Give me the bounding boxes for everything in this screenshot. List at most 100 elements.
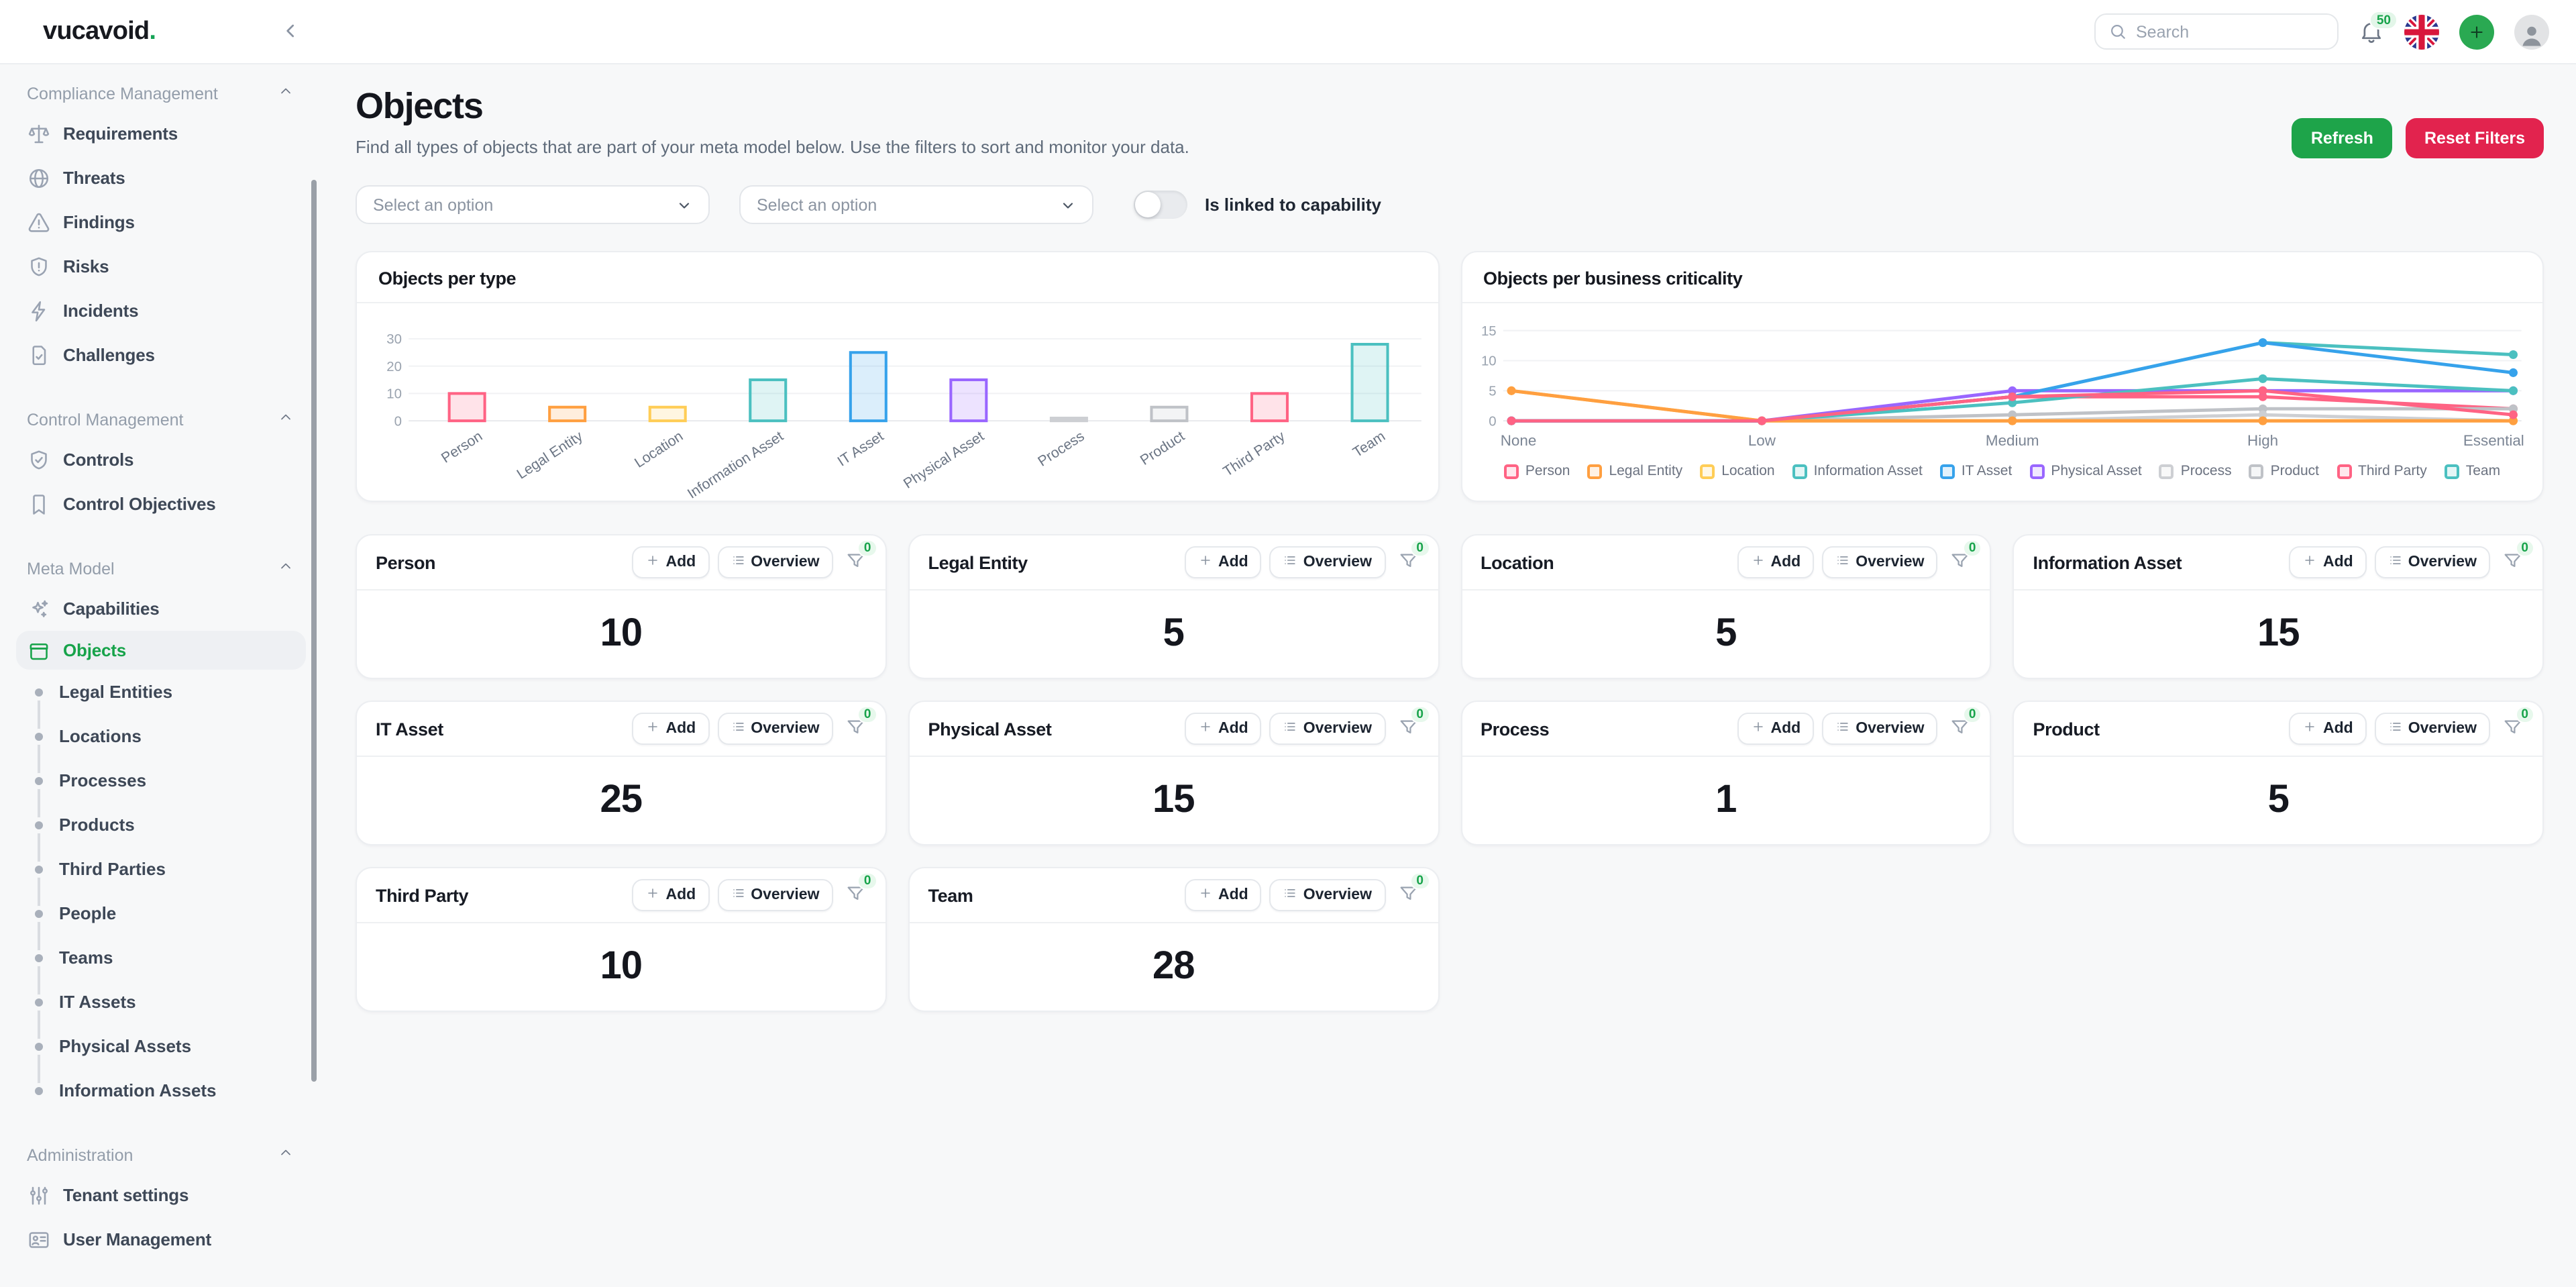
sidebar-section-control-management[interactable]: Control Management — [27, 409, 294, 429]
sidebar-item-products[interactable]: Products — [0, 803, 318, 847]
sidebar-item-objects[interactable]: Objects — [16, 631, 306, 670]
add-button[interactable]: Add — [632, 546, 710, 578]
sidebar-collapse-button[interactable] — [276, 17, 306, 47]
svg-text:10: 10 — [386, 387, 402, 402]
add-button[interactable]: Add — [632, 879, 710, 911]
sidebar-item-information-assets[interactable]: Information Assets — [0, 1068, 318, 1113]
sidebar-item-teams[interactable]: Teams — [0, 935, 318, 980]
sidebar-item-capabilities[interactable]: Capabilities — [0, 586, 318, 631]
shield-alert-icon — [27, 254, 51, 278]
warning-triangle-icon — [27, 210, 51, 234]
svg-text:Legal Entity: Legal Entity — [514, 428, 586, 482]
filter-funnel-button[interactable]: 0 — [1950, 705, 1982, 741]
bullet-icon — [35, 776, 43, 784]
filter-funnel-button[interactable]: 0 — [845, 539, 877, 575]
overview-button[interactable]: Overview — [1269, 879, 1385, 911]
sidebar-item-processes[interactable]: Processes — [0, 758, 318, 803]
object-count: 5 — [1715, 612, 1737, 655]
add-button[interactable]: Add — [1737, 713, 1815, 745]
legend-item-legal-entity[interactable]: Legal Entity — [1587, 463, 1682, 479]
overview-button[interactable]: Overview — [717, 879, 833, 911]
capability-toggle[interactable] — [1134, 191, 1187, 219]
object-card-physical-asset: Physical Asset Add Overview 0 15 — [908, 701, 1439, 845]
sidebar-item-label: Legal Entities — [59, 682, 173, 702]
legend-item-information-asset[interactable]: Information Asset — [1792, 463, 1923, 479]
globe-icon — [27, 166, 51, 190]
add-button[interactable]: Add — [2289, 546, 2367, 578]
add-button[interactable]: Add — [1184, 713, 1262, 745]
filter-funnel-button[interactable]: 0 — [2502, 539, 2534, 575]
overview-button[interactable]: Overview — [2374, 546, 2490, 578]
overview-button[interactable]: Overview — [1269, 546, 1385, 578]
filter-funnel-button[interactable]: 0 — [2502, 705, 2534, 741]
sidebar-item-controls[interactable]: Controls — [0, 437, 318, 482]
overview-button[interactable]: Overview — [1822, 546, 1938, 578]
object-count: 1 — [1715, 778, 1737, 821]
filter-funnel-button[interactable]: 0 — [1397, 539, 1430, 575]
sidebar-item-requirements[interactable]: Requirements — [0, 111, 318, 156]
object-count: 15 — [1152, 778, 1195, 821]
filter-funnel-button[interactable]: 0 — [845, 872, 877, 908]
filter-funnel-button[interactable]: 0 — [1397, 872, 1430, 908]
object-card-title: Third Party — [376, 885, 469, 905]
refresh-button[interactable]: Refresh — [2292, 118, 2392, 158]
filter-funnel-button[interactable]: 0 — [1397, 705, 1430, 741]
add-button[interactable]: Add — [1737, 546, 1815, 578]
sidebar-item-control-objectives[interactable]: Control Objectives — [0, 482, 318, 526]
sidebar-item-threats[interactable]: Threats — [0, 156, 318, 200]
search-box[interactable] — [2094, 13, 2339, 50]
legend-item-it-asset[interactable]: IT Asset — [1939, 463, 2012, 479]
uk-flag-icon — [2404, 14, 2439, 49]
sidebar-item-findings[interactable]: Findings — [0, 200, 318, 244]
overview-button[interactable]: Overview — [717, 713, 833, 745]
filter-funnel-button[interactable]: 0 — [845, 705, 877, 741]
legend-swatch-icon — [1587, 464, 1603, 479]
svg-text:5: 5 — [1488, 384, 1495, 399]
sidebar-section-meta-model[interactable]: Meta Model — [27, 558, 294, 578]
overview-button[interactable]: Overview — [717, 546, 833, 578]
add-button[interactable]: Add — [2289, 713, 2367, 745]
overview-button[interactable]: Overview — [1269, 713, 1385, 745]
add-button[interactable]: Add — [632, 713, 710, 745]
legend-swatch-icon — [2029, 464, 2045, 479]
sidebar-item-it-assets[interactable]: IT Assets — [0, 980, 318, 1024]
object-card-body: 28 — [910, 923, 1438, 1011]
object-cards-grid: Person Add Overview 0 10 Legal Entity Add Overv… — [356, 534, 2544, 1012]
add-button[interactable]: Add — [1184, 879, 1262, 911]
language-flag-button[interactable] — [2404, 14, 2439, 49]
overview-button[interactable]: Overview — [2374, 713, 2490, 745]
add-button[interactable]: Add — [1184, 546, 1262, 578]
legend-item-product[interactable]: Product — [2249, 463, 2319, 479]
sidebar-item-tenant-settings[interactable]: Tenant settings — [0, 1173, 318, 1217]
sidebar-scrollbar[interactable] — [311, 180, 317, 1082]
sidebar-section-compliance-management[interactable]: Compliance Management — [27, 83, 294, 103]
sidebar-item-incidents[interactable]: Incidents — [0, 289, 318, 333]
sidebar-item-risks[interactable]: Risks — [0, 244, 318, 289]
sidebar-item-people[interactable]: People — [0, 891, 318, 935]
sidebar-item-legal-entities[interactable]: Legal Entities — [0, 670, 318, 714]
user-avatar[interactable] — [2514, 14, 2549, 49]
plus-icon — [1198, 719, 1213, 738]
legend-label: Person — [1525, 463, 1570, 480]
topbar-right: 50 — [2094, 11, 2549, 50]
legend-item-process[interactable]: Process — [2159, 463, 2232, 479]
filter-funnel-button[interactable]: 0 — [1950, 539, 1982, 575]
sidebar-item-user-management[interactable]: User Management — [0, 1217, 318, 1262]
legend-item-team[interactable]: Team — [2444, 463, 2500, 479]
legend-item-location[interactable]: Location — [1700, 463, 1775, 479]
filter-select-1[interactable]: Select an option — [356, 185, 710, 224]
legend-item-third-party[interactable]: Third Party — [2337, 463, 2427, 479]
legend-item-person[interactable]: Person — [1503, 463, 1570, 480]
filter-select-2[interactable]: Select an option — [739, 185, 1093, 224]
legend-item-physical-asset[interactable]: Physical Asset — [2029, 463, 2142, 479]
reset-filters-button[interactable]: Reset Filters — [2405, 118, 2544, 158]
sidebar-item-locations[interactable]: Locations — [0, 714, 318, 758]
search-input[interactable] — [2136, 22, 2324, 41]
sidebar-section-administration[interactable]: Administration — [27, 1145, 294, 1165]
quick-add-button[interactable] — [2459, 14, 2494, 49]
notifications-button[interactable]: 50 — [2359, 11, 2398, 44]
sidebar-item-physical-assets[interactable]: Physical Assets — [0, 1024, 318, 1068]
sidebar-item-challenges[interactable]: Challenges — [0, 333, 318, 377]
overview-button[interactable]: Overview — [1822, 713, 1938, 745]
sidebar-item-third-parties[interactable]: Third Parties — [0, 847, 318, 891]
